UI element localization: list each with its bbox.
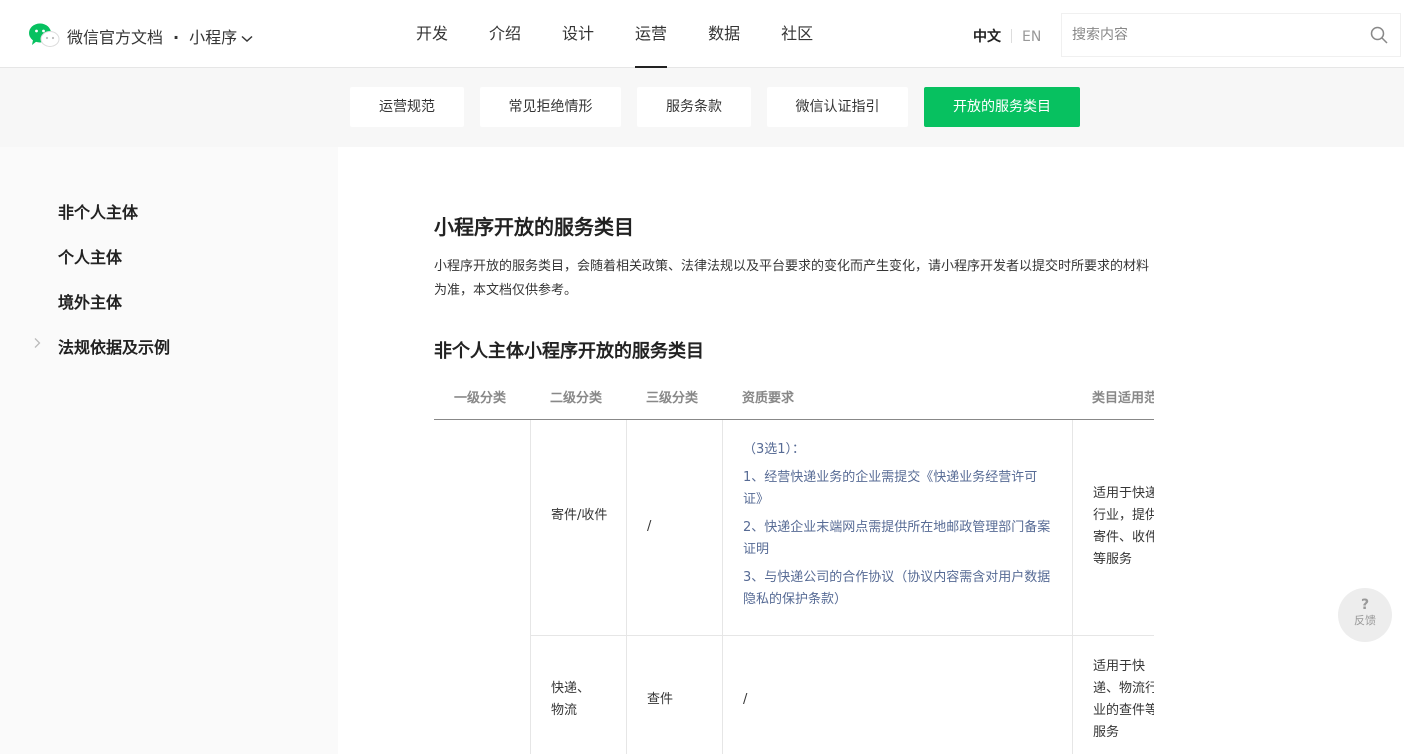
cell-qualification: （3选1）： 1、经营快递业务的企业需提交《快递业务经营许可证》 2、快递企业末… <box>743 439 1053 617</box>
page-title: 小程序开放的服务类目 <box>434 215 634 239</box>
table-header-level3: 三级分类 <box>646 391 699 406</box>
nav-develop[interactable]: 开发 <box>400 0 464 68</box>
search-box <box>1061 13 1401 57</box>
column-divider <box>626 420 627 754</box>
sidebar-item-non-personal[interactable]: 非个人主体 <box>58 199 138 223</box>
nav-intro[interactable]: 介绍 <box>473 0 537 68</box>
nav-data[interactable]: 数据 <box>692 0 756 68</box>
brand-separator: · <box>173 28 180 47</box>
chevron-right-icon[interactable] <box>33 337 41 349</box>
subnav-operation-rules[interactable]: 运营规范 <box>350 87 464 127</box>
feedback-button[interactable]: ? 反馈 <box>1338 588 1392 642</box>
column-divider <box>722 420 723 754</box>
main-nav: 开发 介绍 设计 运营 数据 社区 <box>400 0 838 68</box>
subnav-certification-guide[interactable]: 微信认证指引 <box>767 87 908 127</box>
sidebar-item-overseas[interactable]: 境外主体 <box>58 289 122 313</box>
nav-operations[interactable]: 运营 <box>619 0 683 68</box>
nav-community[interactable]: 社区 <box>765 0 829 68</box>
question-icon: ? <box>1360 597 1370 613</box>
cell-level2: 寄件/收件 <box>551 508 608 523</box>
qualification-line: 2、快递企业末端网点需提供所在地邮政管理部门备案证明 <box>743 520 1051 557</box>
column-divider <box>1072 420 1073 754</box>
language-switcher: 中文 EN <box>973 26 1041 46</box>
cell-level3: 查件 <box>647 692 674 707</box>
subnav-common-rejections[interactable]: 常见拒绝情形 <box>480 87 621 127</box>
table-header-qualification: 资质要求 <box>742 391 795 406</box>
column-divider <box>530 420 531 754</box>
qualification-line: 3、与快递公司的合作协议（协议内容需含对用户数据隐私的保护条款） <box>743 570 1051 607</box>
table-header-level2: 二级分类 <box>550 391 603 406</box>
cell-level3: / <box>647 519 652 534</box>
table-header-scope: 类目适用范 <box>1092 391 1154 406</box>
sidebar-item-regulations[interactable]: 法规依据及示例 <box>58 334 170 358</box>
qualification-line: （3选1）： <box>743 442 806 457</box>
categories-table: 一级分类 二级分类 三级分类 资质要求 类目适用范 寄件/收件 / （3选1）：… <box>434 379 1154 754</box>
intro-paragraph: 小程序开放的服务类目，会随着相关政策、法律法规以及平台要求的变化而产生变化，请小… <box>434 259 1150 298</box>
table-header-divider <box>434 419 1154 420</box>
lang-divider <box>1011 29 1012 43</box>
search-input[interactable] <box>1072 25 1362 45</box>
brand-title[interactable]: 微信官方文档 · 小程序 <box>67 24 253 48</box>
cell-level2: 快递、物流 <box>551 681 591 718</box>
search-icon[interactable] <box>1370 26 1388 44</box>
lang-zh[interactable]: 中文 <box>973 29 1001 45</box>
lang-en[interactable]: EN <box>1022 29 1041 45</box>
cell-qualification: / <box>743 692 748 707</box>
subnav-terms-of-service[interactable]: 服务条款 <box>637 87 751 127</box>
cell-scope: 适用于快递、物流行业的查件等服务 <box>1093 659 1154 740</box>
chevron-down-icon[interactable] <box>241 35 253 43</box>
table-header-level1: 一级分类 <box>454 391 507 406</box>
sub-nav: 运营规范 常见拒绝情形 服务条款 微信认证指引 开放的服务类目 <box>0 68 1404 147</box>
sidebar: 非个人主体 个人主体 境外主体 法规依据及示例 <box>0 147 338 754</box>
subnav-open-categories[interactable]: 开放的服务类目 <box>924 87 1080 127</box>
qualification-line: 1、经营快递业务的企业需提交《快递业务经营许可证》 <box>743 470 1038 507</box>
product-switcher[interactable]: 小程序 <box>189 28 237 47</box>
section-title: 非个人主体小程序开放的服务类目 <box>434 341 704 362</box>
row-divider <box>530 635 1154 636</box>
nav-design[interactable]: 设计 <box>546 0 610 68</box>
wechat-logo-icon[interactable] <box>28 22 60 48</box>
sidebar-item-personal[interactable]: 个人主体 <box>58 244 122 268</box>
brand-name[interactable]: 微信官方文档 <box>67 28 163 47</box>
top-bar: 微信官方文档 · 小程序 开发 介绍 设计 运营 数据 社区 中文 EN <box>0 0 1404 68</box>
feedback-label: 反馈 <box>1354 614 1376 627</box>
cell-scope: 适用于快递行业，提供寄件、收件等服务 <box>1093 486 1154 567</box>
